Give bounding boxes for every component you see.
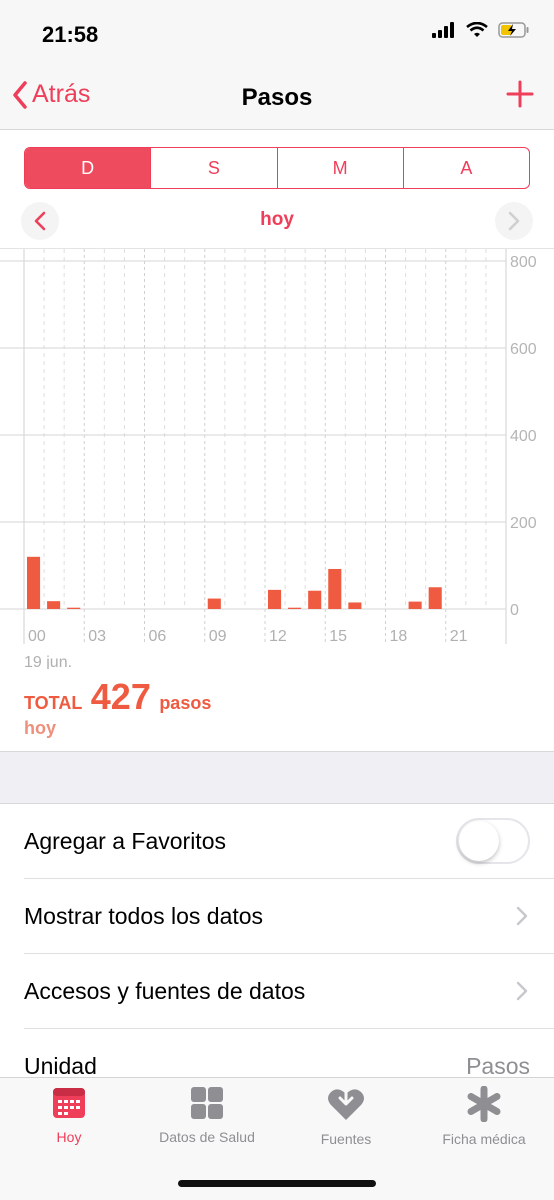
- tab-sources-label: Fuentes: [320, 1131, 372, 1147]
- date-label: hoy: [260, 209, 294, 230]
- wifi-icon: [466, 22, 488, 37]
- next-date-button[interactable]: [495, 202, 533, 240]
- steps-card: D S M A hoy 800 600 400 200 0 00 03 06 09 12 15 18 2…: [0, 130, 554, 752]
- tab-medical-id-label: Ficha médica: [442, 1131, 526, 1147]
- asterisk-icon: [467, 1085, 501, 1123]
- toggle-knob: [459, 821, 499, 861]
- x-tick-label: 21: [450, 628, 468, 645]
- tab-health-data[interactable]: Datos de Salud: [138, 1086, 276, 1145]
- segment-week[interactable]: S: [150, 148, 276, 188]
- y-tick-label: 800: [510, 254, 537, 271]
- bar-hour-13: [288, 607, 302, 609]
- segment-month[interactable]: M: [276, 148, 403, 188]
- chevron-right-icon: [508, 211, 520, 231]
- bar-hour-19: [408, 601, 422, 609]
- tab-medical-id[interactable]: Ficha médica: [415, 1085, 553, 1147]
- grid-icon: [191, 1087, 223, 1119]
- steps-chart: 800 600 400 200 0 00 03 06 09 12 15 18 21 19 jun.: [0, 248, 554, 669]
- x-tick-label: 15: [329, 628, 347, 645]
- bar-hour-20: [428, 587, 442, 609]
- y-tick-label: 600: [510, 341, 537, 358]
- screen: 21:58 Atrás Pasos D S M A hoy 800 600 40…: [0, 0, 554, 1200]
- chevron-right-icon: [516, 981, 528, 1001]
- navigation-bar: Atrás Pasos: [0, 70, 554, 130]
- date-caption: 19 jun.: [24, 654, 72, 669]
- data-sources-label: Accesos y fuentes de datos: [24, 978, 306, 1004]
- bar-hour-15: [328, 568, 342, 609]
- period-segmented-control: D S M A: [24, 147, 530, 189]
- x-tick-label: 00: [28, 628, 46, 645]
- favorites-toggle[interactable]: [456, 818, 530, 864]
- favorites-row: Agregar a Favoritos: [24, 804, 554, 879]
- battery-icon: [498, 22, 529, 38]
- add-icon[interactable]: [506, 80, 534, 108]
- y-tick-label: 200: [510, 515, 537, 532]
- status-time: 21:58: [42, 22, 99, 47]
- page-title: Pasos: [241, 84, 313, 111]
- chevron-right-icon: [516, 906, 528, 926]
- status-icons: [432, 22, 530, 38]
- unit-label: Unidad: [24, 1053, 97, 1079]
- total-label: TOTAL: [24, 693, 83, 713]
- bar-hour-0: [27, 556, 41, 609]
- unit-value: Pasos: [466, 1053, 530, 1079]
- bar-hour-12: [268, 589, 282, 609]
- bar-hour-16: [348, 602, 362, 609]
- total-value: 427: [90, 676, 151, 717]
- bar-hour-14: [308, 590, 322, 609]
- home-indicator: [178, 1180, 376, 1187]
- show-all-data-label: Mostrar todos los datos: [24, 903, 264, 929]
- segment-year[interactable]: A: [402, 148, 529, 188]
- total-period: hoy: [24, 718, 57, 738]
- x-tick-label: 03: [88, 628, 106, 645]
- bar-hour-1: [47, 601, 61, 609]
- heart-arrow-icon: [328, 1084, 364, 1120]
- segment-day[interactable]: D: [25, 148, 151, 188]
- calendar-icon: [53, 1088, 85, 1118]
- bar-hour-9: [207, 598, 221, 609]
- date-navigator: hoy: [0, 200, 554, 240]
- tab-today[interactable]: Hoy: [0, 1086, 138, 1145]
- tab-health-data-label: Datos de Salud: [159, 1129, 255, 1145]
- steps-chart-svg: 800600400200000 03 06 09 12 15 18 2119 jun.: [0, 249, 537, 669]
- tab-today-label: Hoy: [56, 1129, 82, 1145]
- favorites-label: Agregar a Favoritos: [24, 828, 226, 854]
- options-list: Agregar a Favoritos Mostrar todos los da…: [0, 803, 554, 1104]
- x-tick-label: 12: [269, 628, 287, 645]
- x-tick-label: 09: [209, 628, 227, 645]
- tab-sources[interactable]: Fuentes: [277, 1084, 415, 1147]
- total-unit: pasos: [159, 693, 212, 713]
- y-tick-label: 400: [510, 428, 537, 445]
- data-sources-row[interactable]: Accesos y fuentes de datos: [24, 954, 554, 1029]
- x-tick-label: 06: [149, 628, 167, 645]
- signal-icon: [432, 22, 454, 38]
- bar-hour-2: [67, 607, 81, 609]
- total-summary: TOTAL 427 pasos: [24, 676, 211, 718]
- y-tick-label: 0: [510, 602, 519, 619]
- show-all-data-row[interactable]: Mostrar todos los datos: [24, 879, 554, 954]
- x-tick-label: 18: [390, 628, 408, 645]
- status-bar: 21:58: [0, 0, 554, 70]
